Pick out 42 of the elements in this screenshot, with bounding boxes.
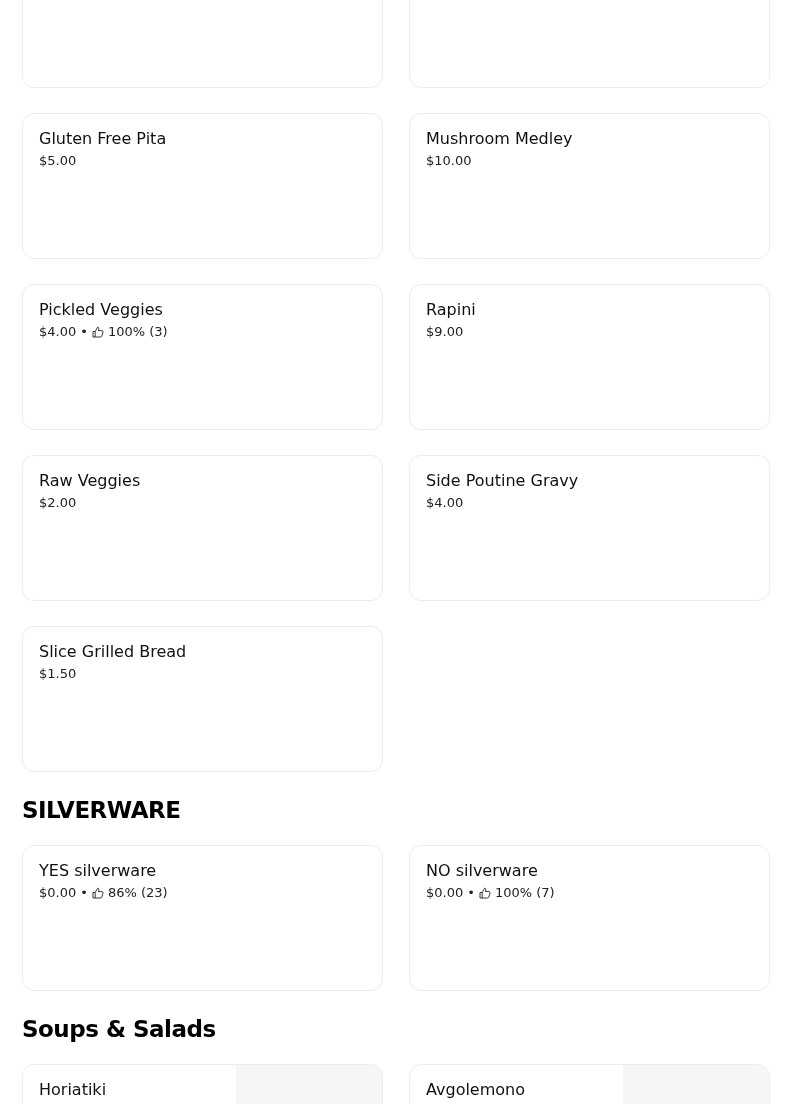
item-name: Horiatiki bbox=[39, 1080, 108, 1099]
item-card[interactable]: Horiatiki bbox=[22, 1064, 383, 1104]
item-name: Avgolemono bbox=[426, 1080, 526, 1099]
item-card[interactable]: Raw Veggies $2.00 bbox=[22, 455, 383, 601]
item-price: $10.00 bbox=[426, 153, 472, 168]
item-price: $0.00 bbox=[39, 885, 77, 900]
item-price: $1.50 bbox=[39, 666, 77, 681]
item-rating: 86% (23) bbox=[107, 885, 168, 900]
separator-dot: • bbox=[467, 885, 475, 900]
item-name: Mushroom Medley bbox=[426, 129, 574, 148]
item-price: $5.00 bbox=[39, 153, 77, 168]
item-card[interactable]: Pickled Veggies $4.00 • 100% (3) bbox=[22, 284, 383, 430]
item-price: $0.00 bbox=[426, 885, 464, 900]
item-price: $4.00 bbox=[39, 324, 77, 339]
item-price: $9.00 bbox=[426, 324, 464, 339]
item-rating: 100% (3) bbox=[107, 324, 168, 339]
item-name: Rapini bbox=[426, 300, 477, 319]
item-price: $4.00 bbox=[426, 495, 464, 510]
item-card[interactable]: Slice Grilled Bread $1.50 bbox=[22, 626, 383, 772]
item-name: Slice Grilled Bread bbox=[39, 642, 188, 661]
item-card[interactable]: Rapini $9.00 bbox=[409, 284, 770, 430]
item-card[interactable]: Side Poutine Gravy $4.00 bbox=[409, 455, 770, 601]
item-card[interactable]: Gluten Free Pita $5.00 bbox=[22, 113, 383, 259]
item-name: YES silverware bbox=[39, 861, 158, 880]
item-card[interactable]: Avgolemono bbox=[409, 1064, 770, 1104]
item-card[interactable]: NO silverware $0.00 • 100% (7) bbox=[409, 845, 770, 991]
thumbs-up-icon bbox=[478, 886, 491, 899]
separator-dot: • bbox=[80, 885, 88, 900]
section-heading: Soups & Salads bbox=[22, 1015, 217, 1044]
item-name: Pickled Veggies bbox=[39, 300, 164, 319]
item-rating: 100% (7) bbox=[494, 885, 555, 900]
item-price: $2.00 bbox=[39, 495, 77, 510]
item-name: Side Poutine Gravy bbox=[426, 471, 580, 490]
thumbs-up-icon bbox=[91, 325, 104, 338]
section-heading: SILVERWARE bbox=[22, 796, 182, 825]
thumbs-up-icon bbox=[91, 886, 104, 899]
item-name: Raw Veggies bbox=[39, 471, 142, 490]
item-name: Gluten Free Pita bbox=[39, 129, 168, 148]
item-card[interactable]: Mushroom Medley $10.00 bbox=[409, 113, 770, 259]
item-name: NO silverware bbox=[426, 861, 539, 880]
item-card[interactable]: YES silverware $0.00 • 86% (23) bbox=[22, 845, 383, 991]
separator-dot: • bbox=[80, 324, 88, 339]
